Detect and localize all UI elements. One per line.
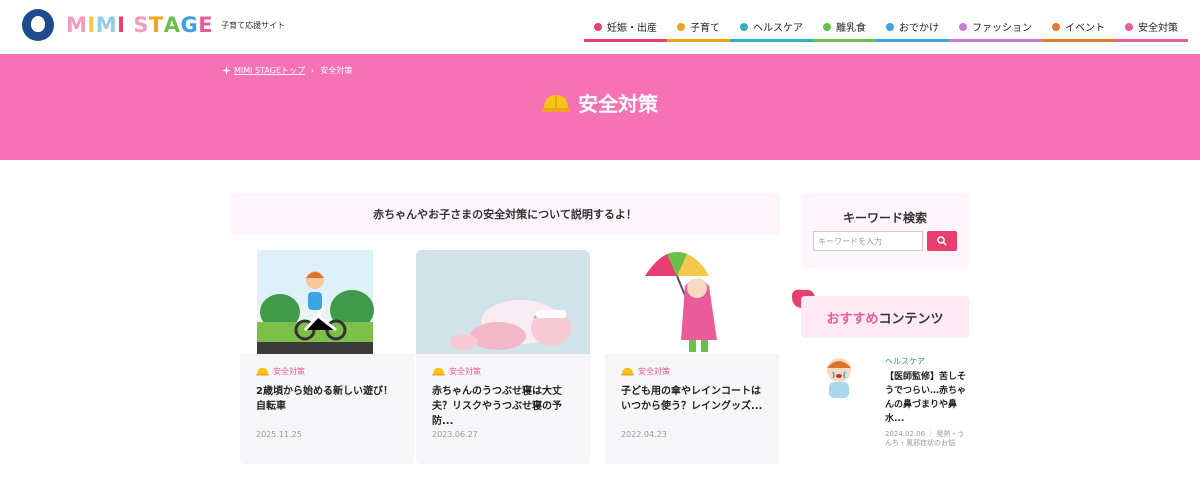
- article-date: 2025.11.25: [256, 430, 302, 439]
- rec-title-rest: コンテンツ: [878, 311, 944, 327]
- nav-item[interactable]: ヘルスケア: [730, 14, 813, 42]
- category-intro: 赤ちゃんやお子さまの安全対策について説明するよ！: [230, 193, 780, 235]
- crying-baby-illustration-icon: [827, 358, 851, 398]
- nav-item-label: 安全対策: [1138, 23, 1178, 34]
- article-category-label: 安全対策: [273, 367, 305, 376]
- breadcrumb: MIMI STAGEトップ › 安全対策: [222, 65, 352, 76]
- article-thumbnail[interactable]: [605, 250, 779, 354]
- nav-item[interactable]: 離乳食: [813, 14, 876, 42]
- nav-item-label: 離乳食: [836, 23, 866, 34]
- nav-dot-icon: [886, 22, 894, 31]
- nav-item-label: ヘルスケア: [753, 23, 803, 34]
- logo-letter: M: [66, 13, 88, 37]
- article-card-body: 安全対策 赤ちゃんのうつぶせ寝は大丈夫？リスクやうつぶせ寝の予防... 2023…: [416, 354, 590, 464]
- nav-dot-icon: [594, 22, 602, 31]
- nav-item-label: 妊娠・出産: [607, 23, 657, 34]
- nav-item[interactable]: ファッション: [949, 14, 1042, 42]
- nav-dot-icon: [1052, 22, 1060, 31]
- article-title[interactable]: 子ども用の傘やレインコートはいつから使う？レイングッズ...: [621, 384, 767, 414]
- helmet-icon: [542, 94, 570, 112]
- hero-scallop-edge: [0, 148, 1200, 155]
- site-header: MIMI STAGE 子育て応援サイト 妊娠・出産 子育て ヘルスケア 離乳食 おでかけ…: [0, 0, 1200, 54]
- site-logo[interactable]: MIMI STAGE 子育て応援サイト: [22, 9, 285, 41]
- logo-subtitle: 子育て応援サイト: [221, 20, 286, 30]
- breadcrumb-current: 安全対策: [320, 66, 353, 75]
- rec-title-highlight: おすすめ: [826, 311, 879, 327]
- article-category[interactable]: 安全対策: [432, 366, 481, 377]
- search-input[interactable]: キーワードを入力: [813, 231, 923, 251]
- article-thumbnail[interactable]: [416, 250, 590, 354]
- nav-item-label: ファッション: [972, 23, 1032, 34]
- rec-article-title[interactable]: 【医師監修】苦しそうでつらい…赤ちゃんの鼻づまりや鼻水...: [885, 370, 969, 426]
- nav-item-label: イベント: [1065, 23, 1105, 34]
- article-category-label: 安全対策: [449, 367, 481, 376]
- article-title[interactable]: 2歳頃から始める新しい遊び！自転車: [256, 384, 402, 414]
- article-category[interactable]: 安全対策: [621, 366, 670, 377]
- article-card-body: 安全対策 2歳頃から始める新しい遊び！自転車 2025.11.25: [240, 354, 414, 464]
- logo-letter: T: [148, 13, 164, 37]
- search-icon: [937, 236, 947, 246]
- logo-letter: I: [117, 13, 126, 37]
- logo-letter: [125, 13, 133, 37]
- nav-item[interactable]: 安全対策: [1115, 14, 1188, 42]
- nav-dot-icon: [1125, 22, 1133, 31]
- logo-letter: E: [198, 13, 214, 37]
- nav-dot-icon: [677, 22, 685, 31]
- article-category-label: 安全対策: [638, 367, 670, 376]
- search-button[interactable]: [927, 231, 957, 251]
- keyword-search-widget: キーワード検索 キーワードを入力: [801, 193, 969, 268]
- helmet-icon: [621, 367, 634, 376]
- logo-letter: M: [95, 13, 118, 37]
- article-title[interactable]: 赤ちゃんのうつぶせ寝は大丈夫？リスクやうつぶせ寝の予防...: [432, 384, 578, 429]
- breadcrumb-separator: ›: [311, 66, 315, 75]
- logo-letter: S: [133, 13, 149, 37]
- article-card[interactable]: 安全対策 2歳頃から始める新しい遊び！自転車 2025.11.25: [240, 250, 414, 464]
- recommended-contents-header: おすすめ コンテンツ: [801, 296, 969, 338]
- sleeping-baby-illustration-icon: [416, 250, 590, 354]
- page-title-text: 安全対策: [578, 92, 658, 116]
- home-icon: [222, 66, 231, 75]
- nav-item-label: 子育て: [690, 23, 720, 34]
- nav-dot-icon: [740, 22, 748, 31]
- article-card[interactable]: 安全対策 子ども用の傘やレインコートはいつから使う？レイングッズ... 2022…: [605, 250, 779, 464]
- raincoat-child-illustration-icon: [605, 250, 779, 354]
- article-card[interactable]: 安全対策 赤ちゃんのうつぶせ寝は大丈夫？リスクやうつぶせ寝の予防... 2023…: [416, 250, 590, 464]
- rec-article-category[interactable]: ヘルスケア: [885, 356, 925, 367]
- logo-text: MIMI STAGE: [66, 13, 213, 37]
- nav-item[interactable]: 子育て: [667, 14, 730, 42]
- helmet-icon: [256, 367, 269, 376]
- rec-article-meta: 2024.02.06 ｜ 発熱・うんち・風邪症状のお悩: [885, 430, 965, 447]
- recommended-article[interactable]: ヘルスケア 【医師監修】苦しそうでつらい…赤ちゃんの鼻づまりや鼻水... 202…: [801, 348, 969, 458]
- logo-mark-icon: [22, 9, 54, 41]
- bicycle-illustration-icon: [257, 250, 374, 354]
- breadcrumb-home-link[interactable]: MIMI STAGEトップ: [234, 65, 305, 76]
- article-category[interactable]: 安全対策: [256, 366, 305, 377]
- nav-item-label: おでかけ: [899, 23, 939, 34]
- nav-item[interactable]: 妊娠・出産: [584, 14, 667, 42]
- helmet-icon: [432, 367, 445, 376]
- article-thumbnail[interactable]: [240, 250, 414, 354]
- nav-dot-icon: [959, 22, 967, 31]
- article-date: 2023.06.27: [432, 430, 478, 439]
- logo-letter: G: [180, 13, 199, 37]
- page-title: 安全対策: [0, 88, 1200, 117]
- logo-letter: A: [163, 13, 181, 37]
- nav-item[interactable]: おでかけ: [876, 14, 949, 42]
- global-nav: 妊娠・出産 子育て ヘルスケア 離乳食 おでかけ ファッション イベント 安全対策: [584, 14, 1188, 42]
- logo-letter: I: [87, 13, 96, 37]
- nav-item[interactable]: イベント: [1042, 14, 1115, 42]
- nav-dot-icon: [823, 22, 831, 31]
- article-card-body: 安全対策 子ども用の傘やレインコートはいつから使う？レイングッズ... 2022…: [605, 354, 779, 464]
- article-date: 2022.04.23: [621, 430, 667, 439]
- search-title: キーワード検索: [842, 211, 927, 225]
